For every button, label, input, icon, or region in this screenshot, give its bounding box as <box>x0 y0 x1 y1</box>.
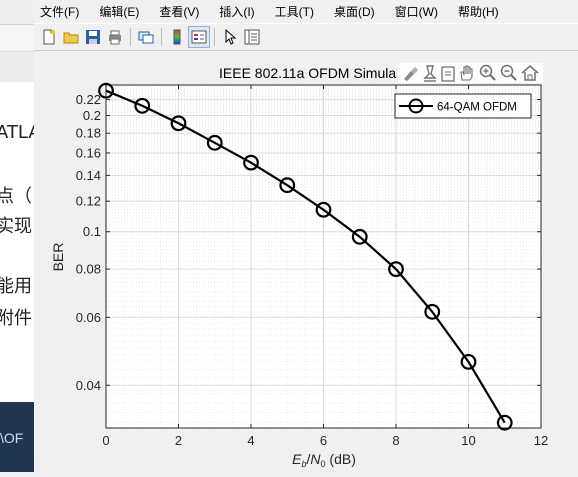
x-tick-labels: 0 2 4 6 8 10 12 <box>102 433 548 448</box>
legend[interactable]: 64-QAM OFDM <box>394 93 532 119</box>
property-editor-icon[interactable] <box>241 26 263 48</box>
y-tick-label: 0.2 <box>83 108 101 123</box>
menu-edit[interactable]: 编辑(E) <box>99 3 139 20</box>
x-tick-label: 8 <box>392 433 399 448</box>
background-text-line: 点（ <box>0 186 32 207</box>
y-tick-label: 0.18 <box>76 126 101 141</box>
y-tick-label: 0.08 <box>76 262 101 277</box>
background-toolbar <box>0 25 34 52</box>
background-text-line: 实现 <box>0 216 32 237</box>
legend-icon[interactable] <box>188 26 210 48</box>
figure-window: 文件(F) 编辑(E) 查看(V) 插入(I) 工具(T) 桌面(D) 窗口(W… <box>34 0 578 472</box>
x-tick-label: 2 <box>175 433 182 448</box>
background-window: ATLA 点（ 实现 能用 附件 \OF <box>0 0 34 472</box>
y-tick-label: 0.16 <box>76 145 101 160</box>
x-tick-label: 6 <box>320 433 327 448</box>
x-tick-label: 12 <box>534 433 548 448</box>
colorbar-icon[interactable] <box>166 26 188 48</box>
toolbar-separator <box>130 28 131 46</box>
save-icon[interactable] <box>82 26 104 48</box>
x-tick-label: 0 <box>102 433 109 448</box>
y-tick-label: 0.04 <box>76 378 101 393</box>
y-tick-label: 0.22 <box>76 92 101 107</box>
menu-tools[interactable]: 工具(T) <box>275 3 314 20</box>
background-menubar <box>0 0 34 25</box>
menu-view[interactable]: 查看(V) <box>159 3 199 20</box>
menu-file[interactable]: 文件(F) <box>40 3 79 20</box>
chart: 0 2 4 6 8 10 12 0.04 0.06 0.08 0.1 0.12 0.14 0.16 0.1… <box>50 63 548 469</box>
figure-toolbar <box>34 23 578 51</box>
background-taskbar: \OF <box>0 402 34 472</box>
x-axis-label: Eb/N0 (dB) <box>292 451 356 469</box>
link-icon[interactable] <box>135 26 157 48</box>
background-text-line: 附件 <box>0 308 32 329</box>
pointer-icon[interactable] <box>219 26 241 48</box>
background-text-line: ATLA <box>0 122 34 143</box>
y-tick-labels: 0.04 0.06 0.08 0.1 0.12 0.14 0.16 0.18 0.20.22 <box>76 92 101 393</box>
menubar: 文件(F) 编辑(E) 查看(V) 插入(I) 工具(T) 桌面(D) 窗口(W… <box>34 0 578 23</box>
background-toolbar-2 <box>0 52 34 83</box>
toolbar-separator <box>214 28 215 46</box>
x-tick-label: 4 <box>247 433 254 448</box>
axes-toolbar <box>398 63 543 83</box>
menu-insert[interactable]: 插入(I) <box>219 3 254 20</box>
open-icon[interactable] <box>60 26 82 48</box>
y-tick-label: 0.1 <box>83 224 101 239</box>
background-document: ATLA 点（ 实现 能用 附件 <box>0 82 34 402</box>
menu-window[interactable]: 窗口(W) <box>395 3 438 20</box>
menu-desktop[interactable]: 桌面(D) <box>334 3 375 20</box>
background-bottom-text: \OF <box>0 430 24 446</box>
menu-help[interactable]: 帮助(H) <box>458 3 499 20</box>
toolbar-separator <box>161 28 162 46</box>
figure-canvas: 0 2 4 6 8 10 12 0.04 0.06 0.08 0.1 0.12 0.14 0.16 0.1… <box>34 51 578 472</box>
legend-label: 64-QAM OFDM <box>437 102 517 114</box>
y-axis-label: BER <box>50 243 66 272</box>
y-tick-label: 0.12 <box>76 194 101 209</box>
background-text-line: 能用 <box>0 276 32 297</box>
print-icon[interactable] <box>104 26 126 48</box>
x-tick-label: 10 <box>461 433 475 448</box>
y-tick-label: 0.14 <box>76 168 101 183</box>
new-figure-icon[interactable] <box>38 26 60 48</box>
chart-title: IEEE 802.11a OFDM Simula <box>219 65 396 81</box>
y-tick-label: 0.06 <box>76 310 101 325</box>
